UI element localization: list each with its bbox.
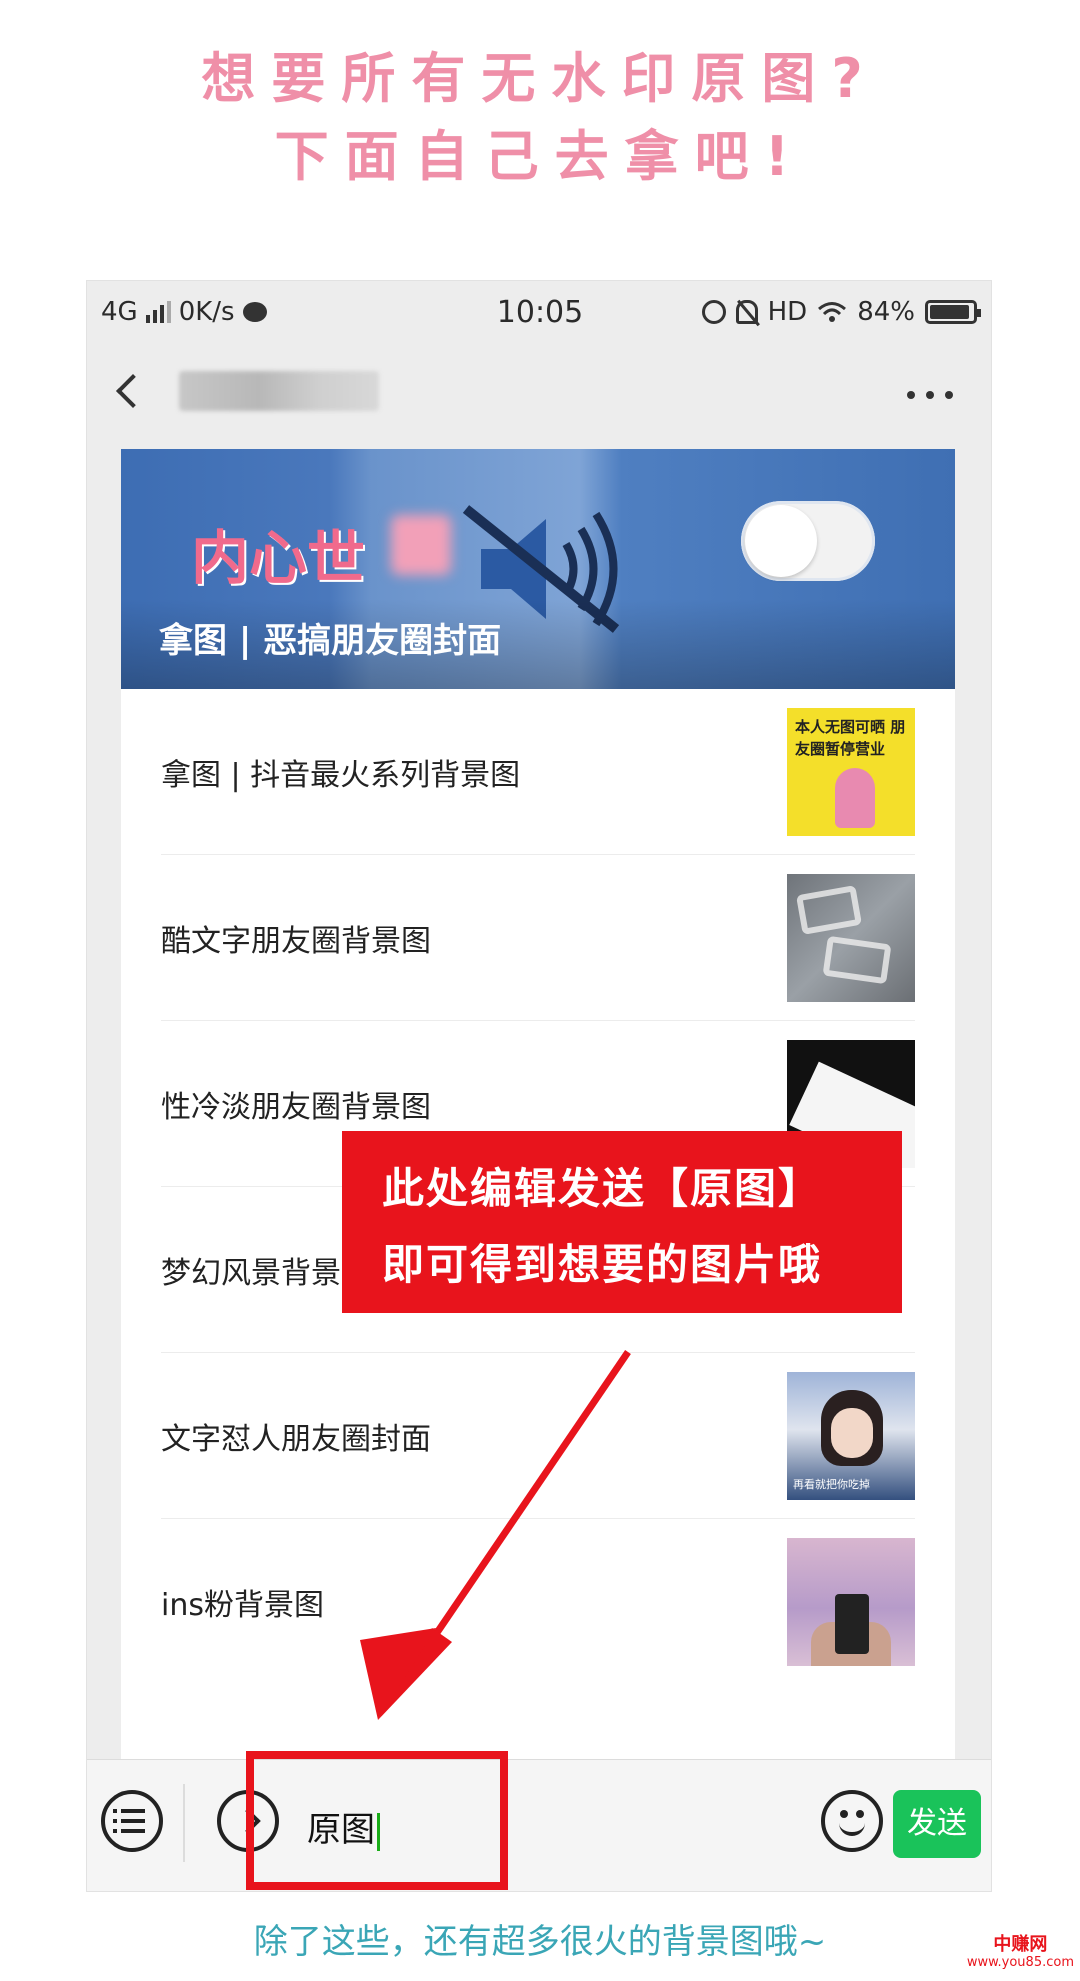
menu-list-icon[interactable] (101, 1790, 163, 1852)
nav-bar (87, 349, 991, 449)
banner-title: 拿图 | 恶搞朋友圈封面 (159, 621, 502, 661)
headline-line2: 下面自己去拿吧! (274, 125, 806, 188)
article-card: 内心世 拿图 | 恶搞朋友圈封面 拿图 | 抖音最火系列背景图 本人无图可晒 朋… (121, 449, 955, 1789)
article-title: 性冷淡朋友圈背景图 (161, 1089, 431, 1125)
article-thumbnail (787, 873, 915, 1002)
article-thumbnail: 本人无图可晒 朋友圈暂停营业 (787, 707, 915, 836)
more-options-icon[interactable] (907, 391, 953, 399)
page-headline: 想要所有无水印原图? 下面自己去拿吧! (0, 40, 1080, 196)
article-thumbnail (787, 1538, 915, 1666)
hd-label: HD (767, 297, 808, 327)
footer-text: 除了这些，还有超多很火的背景图哦~ (253, 1922, 827, 1962)
phone-screenshot: 4G 0K/s 10:05 HD 84% 内心世 拿图 | 恶搞朋友圈封面 拿图… (86, 280, 992, 1892)
battery-icon (925, 300, 981, 324)
list-item[interactable]: 拿图 | 抖音最火系列背景图 本人无图可晒 朋友圈暂停营业 (161, 689, 915, 855)
wifi-icon (818, 302, 847, 322)
message-input-bar: 原图 发送 (87, 1759, 991, 1891)
banner-blur-patch (391, 515, 451, 575)
callout-line1: 此处编辑发送【原图】 (382, 1164, 823, 1213)
cover-banner[interactable]: 内心世 拿图 | 恶搞朋友圈封面 (121, 449, 955, 689)
send-button[interactable]: 发送 (893, 1790, 981, 1858)
watermark-name: 中赚网 (993, 1934, 1048, 1955)
status-bar: 4G 0K/s 10:05 HD 84% (87, 281, 991, 349)
banner-overlay-text: 内心世 (191, 524, 366, 592)
headline-line1: 想要所有无水印原图? (201, 47, 879, 110)
instruction-callout: 此处编辑发送【原图】 即可得到想要的图片哦 (342, 1131, 902, 1313)
list-item[interactable]: ins粉背景图 (161, 1519, 915, 1685)
watermark-url: www.you85.com (966, 1955, 1074, 1970)
list-item[interactable]: 文字怼人朋友圈封面 再看就把你吃掉 (161, 1353, 915, 1519)
alarm-icon (701, 300, 726, 324)
article-title: 梦幻风景背景 (161, 1255, 341, 1291)
callout-line2: 即可得到想要的图片哦 (382, 1240, 823, 1289)
divider (183, 1784, 185, 1862)
thumbnail-caption: 本人无图可晒 朋友圈暂停营业 (795, 717, 906, 758)
site-watermark: 中赚网 www.you85.com (967, 1936, 1074, 1972)
back-arrow-icon[interactable] (116, 374, 150, 408)
article-title: 酷文字朋友圈背景图 (161, 923, 431, 959)
article-thumbnail: 再看就把你吃掉 (787, 1371, 915, 1500)
thumbnail-caption: 再看就把你吃掉 (793, 1477, 870, 1491)
article-title: ins粉背景图 (161, 1588, 324, 1623)
input-highlight-box (246, 1751, 508, 1890)
mute-bell-icon (735, 300, 758, 324)
list-item[interactable]: 酷文字朋友圈背景图 (161, 855, 915, 1021)
article-title: 拿图 | 抖音最火系列背景图 (161, 757, 521, 793)
article-title: 文字怼人朋友圈封面 (161, 1421, 431, 1457)
emoji-icon[interactable] (821, 1790, 883, 1852)
battery-percent: 84% (857, 297, 915, 327)
blurred-account-name (179, 371, 379, 411)
toggle-switch-icon (741, 501, 875, 581)
